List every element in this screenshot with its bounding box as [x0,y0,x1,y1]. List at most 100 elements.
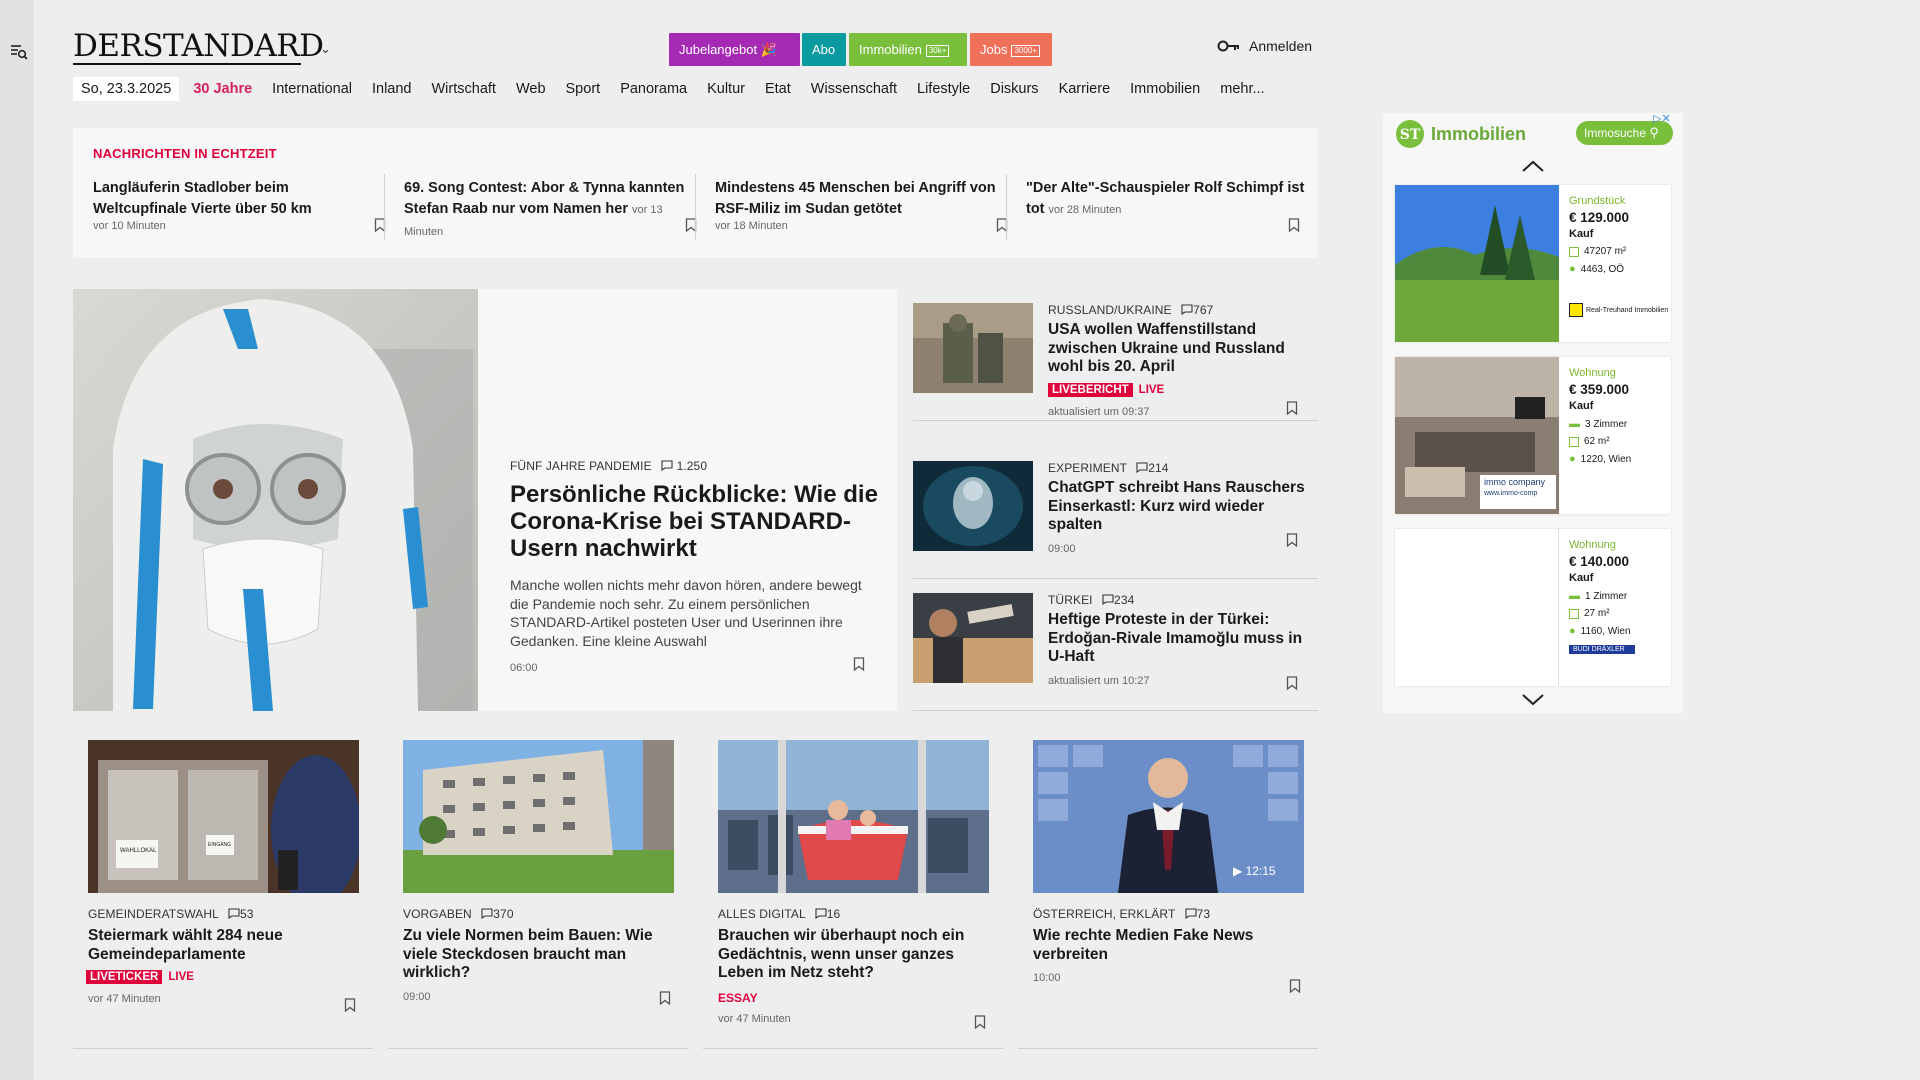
listing-deal: Kauf [1569,228,1594,240]
bookmark-icon[interactable] [659,991,671,1005]
chevron-down-icon[interactable]: ⌄ [320,42,331,57]
nav-item-diskurs[interactable]: Diskurs [990,81,1038,97]
comment-count[interactable]: 53 [240,907,254,921]
listing-image[interactable] [1395,185,1559,342]
login-button[interactable]: Anmelden [1217,38,1312,54]
side-kicker: EXPERIMENT 214 [1048,461,1169,475]
wahllokal-sign: WAHLLOKAL [120,848,157,854]
ad-listing[interactable]: Wohnung € 140.000 Kauf ▬ 1 Zimmer 27 m² ●… [1395,529,1671,686]
chevron-up-icon[interactable] [1521,159,1545,173]
story-card[interactable]: WAHLLOKAL EINGANG GEMEINDERATSWAHL 53 St… [86,740,359,1012]
comment-count[interactable]: 1.250 [677,459,708,473]
nav-item-web[interactable]: Web [516,81,546,97]
listing-type: Wohnung [1569,539,1616,551]
side-headline[interactable]: USA wollen Waffenstillstand zwischen Ukr… [1048,321,1313,377]
bookmark-icon[interactable] [1286,676,1298,690]
side-headline[interactable]: Heftige Proteste in der Türkei: Erdoğan-… [1048,611,1313,667]
side-story-image[interactable] [913,461,1033,551]
listing-image-border [1395,529,1559,686]
comment-icon [1102,593,1114,607]
abo-button[interactable]: Abo [802,33,846,66]
nav-item-kultur[interactable]: Kultur [707,81,745,97]
bookmark-icon[interactable] [853,657,865,671]
nav-item-panorama[interactable]: Panorama [620,81,687,97]
nav-item-karriere[interactable]: Karriere [1059,81,1111,97]
ad-brand: Immobilien [1431,123,1527,144]
ad-listing[interactable]: Grundstück € 129.000 Kauf 47207 m² ● 4463… [1395,185,1671,342]
bookmark-icon[interactable] [1286,401,1298,415]
comment-icon [815,907,827,921]
video-duration: ▶ 12:15 [1233,864,1276,878]
nav-item-immobilien[interactable]: Immobilien [1130,81,1200,97]
lead-story-image[interactable] [73,289,478,711]
live-label: LIVE [1138,383,1165,396]
side-story-image[interactable] [913,593,1033,683]
rooms-icon: ▬ [1569,418,1580,430]
nav-item-sport[interactable]: Sport [566,81,601,97]
card-headline[interactable]: Wie rechte Medien Fake News verbreiten [1033,927,1304,964]
chevron-down-icon[interactable] [1521,693,1545,707]
lead-headline[interactable]: Persönliche Rückblicke: Wie die Corona-K… [510,481,880,562]
jobs-button[interactable]: Jobs 3000+ [970,33,1052,66]
comment-count[interactable]: 234 [1114,593,1134,607]
site-logo[interactable]: DERSTANDARD [73,28,324,64]
bookmark-icon[interactable] [1286,533,1298,547]
play-icon[interactable]: ▶ [1233,864,1242,878]
ticker-item[interactable]: "Der Alte"-Schauspieler Rolf Schimpf ist… [1006,174,1311,248]
nav-item-wirtschaft[interactable]: Wirtschaft [432,81,496,97]
story-card-image[interactable] [718,740,989,893]
nav-item-international[interactable]: International [272,81,352,97]
live-label: LIVE [168,971,194,983]
story-card[interactable]: ▶ 12:15 ÖSTERREICH, ERKLÄRT 73 Wie recht… [1033,740,1304,993]
comment-count[interactable]: 214 [1148,461,1168,475]
bookmark-icon[interactable] [974,1015,986,1029]
story-card-image[interactable] [403,740,674,893]
comment-count[interactable]: 370 [493,907,513,921]
lead-kicker: FÜNF JAHRE PANDEMIE 1.250 [510,459,708,473]
bookmark-icon[interactable] [1288,218,1300,232]
listing-price: € 359.000 [1569,382,1630,397]
ticker-item[interactable]: Mindestens 45 Menschen bei Angriff von R… [695,174,1008,248]
listing-price: € 140.000 [1569,554,1630,569]
timestamp: 06:00 [510,662,538,674]
bookmark-icon[interactable] [1289,979,1301,993]
card-kicker: VORGABEN 370 [403,907,514,921]
ad-listing[interactable]: immo company www.immo-comp Wohnung € 359.… [1395,357,1671,514]
nav-item-etat[interactable]: Etat [765,81,791,97]
comment-icon [228,907,240,921]
logo-underline [73,63,301,65]
bookmark-icon[interactable] [344,998,356,1012]
comment-count[interactable]: 16 [827,907,841,921]
timestamp: vor 47 Minuten [88,993,161,1005]
immobilien-button[interactable]: Immobilien 30k+ [849,33,967,66]
story-card[interactable]: VORGABEN 370 Zu viele Normen beim Bauen:… [403,740,674,1005]
agent-logo: immo company www.immo-comp [1480,475,1556,509]
adchoices-icon[interactable]: ▷✕ [1653,112,1671,125]
lead-story[interactable]: FÜNF JAHRE PANDEMIE 1.250 Persönliche Rü… [73,289,897,711]
comment-count[interactable]: 767 [1193,303,1213,317]
card-headline[interactable]: Steiermark wählt 284 neue Gemeindeparlam… [88,927,359,964]
rooms-icon: ▬ [1569,590,1580,602]
side-story[interactable]: RUSSLAND/UKRAINE 767 USA wollen Waffenst… [913,289,1318,421]
jubelangebot-button[interactable]: Jubelangebot 🎉 [669,33,800,66]
comment-count[interactable]: 73 [1197,907,1211,921]
nav-item-inland[interactable]: Inland [372,81,412,97]
nav-item-lifestyle[interactable]: Lifestyle [917,81,970,97]
story-card[interactable]: ALLES DIGITAL 16 Brauchen wir überhaupt … [718,740,989,1029]
key-icon [1217,40,1239,52]
story-card-image[interactable]: WAHLLOKAL EINGANG [88,740,359,893]
menu-search-icon[interactable] [9,42,29,62]
nav-item-mehr[interactable]: mehr... [1220,81,1264,97]
side-headline[interactable]: ChatGPT schreibt Hans Rauschers Einserka… [1048,479,1313,535]
ticker-item[interactable]: 69. Song Contest: Abor & Tynna kannten S… [384,174,697,248]
side-story-image[interactable] [913,303,1033,393]
ticker-item[interactable]: Langläuferin Stadlober beim Weltcupfinal… [93,178,386,248]
card-headline[interactable]: Brauchen wir überhaupt noch ein Gedächtn… [718,927,989,983]
side-story[interactable]: TÜRKEI 234 Heftige Proteste in der Türke… [913,579,1318,711]
nav-item-wissenschaft[interactable]: Wissenschaft [811,81,897,97]
nav-item-30-jahre[interactable]: 30 Jahre [193,81,252,97]
immobilien-ad[interactable]: ST Immobilien Immosuche ⚲ ▷✕ Grundstück … [1383,112,1683,713]
livebericht-badge: LIVEBERICHT [1048,382,1133,397]
side-story[interactable]: EXPERIMENT 214 ChatGPT schreibt Hans Rau… [913,447,1318,579]
card-headline[interactable]: Zu viele Normen beim Bauen: Wie viele St… [403,927,674,983]
